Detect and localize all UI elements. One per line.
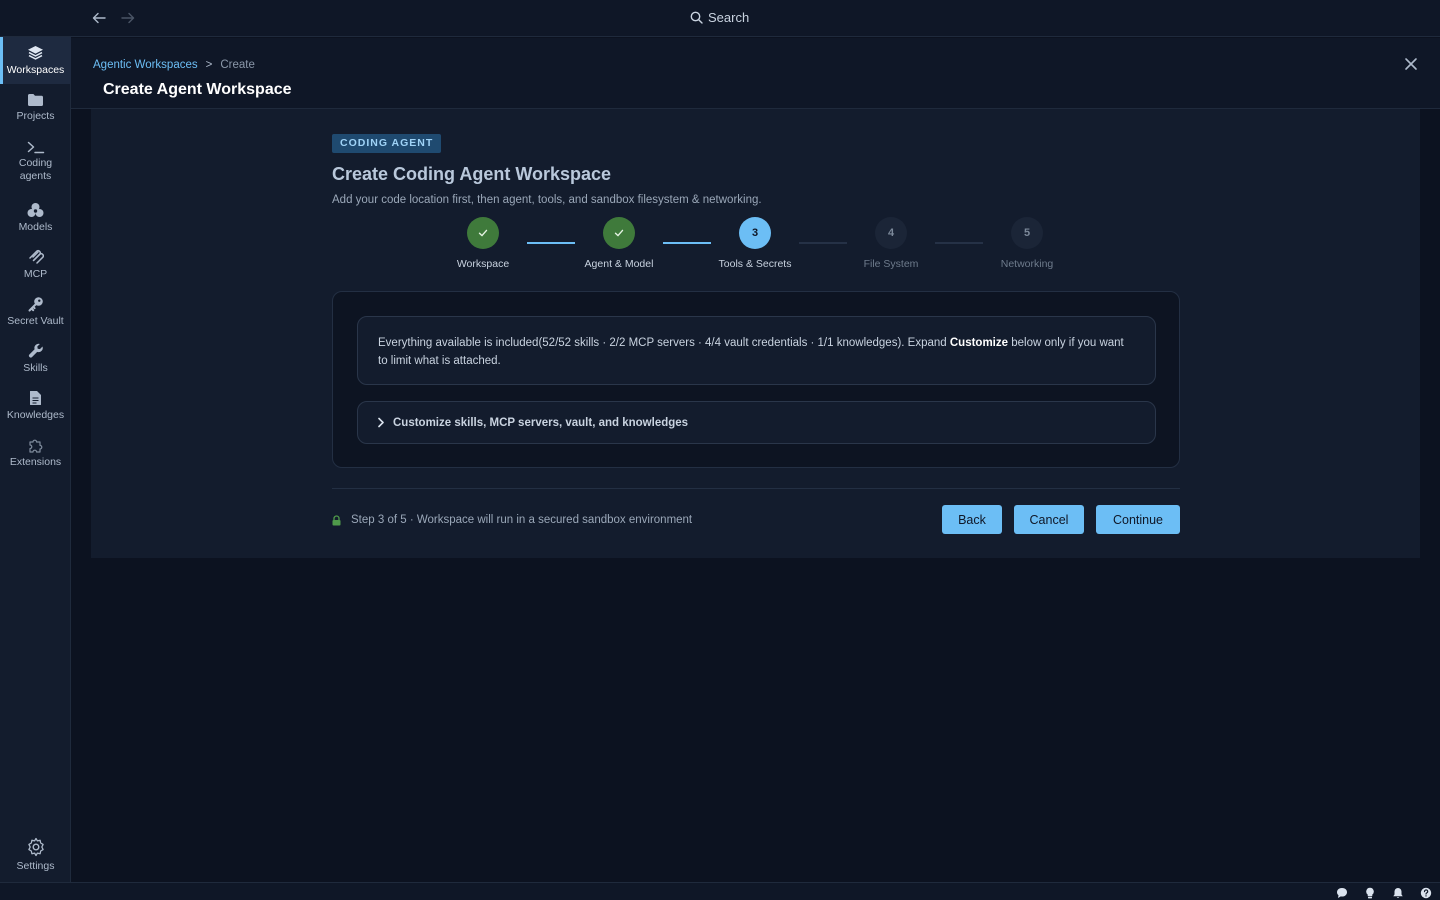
sidebar-item-label: Coding agents (18, 157, 53, 182)
sidebar-item-label: Extensions (9, 456, 62, 468)
breadcrumb: Agentic Workspaces > Create (93, 59, 255, 71)
sidebar-item-label: Projects (16, 110, 55, 122)
search-icon (690, 11, 703, 24)
sidebar-item-label: MCP (23, 268, 48, 280)
wrench-icon (28, 343, 43, 358)
top-bar: Search (0, 0, 1440, 37)
step-connector (527, 242, 575, 244)
sidebar-item-secret-vault[interactable]: Secret Vault (0, 296, 71, 328)
summary-text: Everything available is included(52/52 s… (378, 337, 950, 349)
customize-expander[interactable]: Customize skills, MCP servers, vault, an… (357, 401, 1156, 444)
step-tools-secrets[interactable]: 3 Tools & Secrets (705, 217, 805, 270)
sidebar-item-knowledges[interactable]: Knowledges (0, 390, 71, 422)
step-label: File System (863, 258, 919, 270)
layers-icon (28, 46, 43, 60)
create-workspace-panel: CODING AGENT Create Coding Agent Workspa… (91, 109, 1420, 558)
form-subtitle: Add your code location first, then agent… (332, 194, 762, 206)
included-summary: Everything available is included(52/52 s… (357, 316, 1156, 385)
checkmark-icon (467, 217, 499, 249)
back-button[interactable]: Back (942, 505, 1002, 534)
page-header: Agentic Workspaces > Create Create Agent… (71, 38, 1440, 109)
puzzle-icon (28, 439, 42, 453)
step-label: Networking (1000, 258, 1054, 270)
forward-arrow-icon[interactable] (119, 9, 137, 27)
sidebar-item-coding-agents[interactable]: Coding agents (0, 141, 71, 183)
tools-card: Everything available is included(52/52 s… (332, 291, 1180, 468)
agent-type-badge: CODING AGENT (332, 134, 442, 153)
sidebar-item-workspaces[interactable]: Workspaces (0, 37, 71, 84)
breadcrumb-current: Create (220, 59, 255, 71)
summary-emphasis: Customize (949, 337, 1009, 349)
back-arrow-icon[interactable] (90, 9, 108, 27)
mcp-icon (28, 249, 44, 264)
step-connector (663, 242, 711, 244)
sidebar-item-projects[interactable]: Projects (0, 93, 71, 123)
step-agent-model[interactable]: Agent & Model (569, 217, 669, 270)
sidebar-item-skills[interactable]: Skills (0, 343, 71, 375)
step-number: 3 (739, 217, 771, 249)
help-icon[interactable] (1420, 886, 1432, 899)
form-title: Create Coding Agent Workspace (332, 164, 612, 184)
breadcrumb-separator: > (205, 59, 213, 71)
sidebar-item-label: Workspaces (6, 64, 65, 76)
step-footnote: Step 3 of 5 · Workspace will run in a se… (332, 514, 692, 526)
cancel-button[interactable]: Cancel (1014, 505, 1084, 534)
status-bar (0, 882, 1440, 900)
step-label: Workspace (456, 258, 510, 270)
sidebar-item-models[interactable]: Models (0, 202, 71, 234)
step-number: 4 (875, 217, 907, 249)
document-icon (30, 391, 41, 405)
bell-icon[interactable] (1392, 886, 1404, 898)
folder-icon (28, 94, 43, 106)
chat-icon[interactable] (1336, 886, 1348, 898)
step-workspace[interactable]: Workspace (433, 217, 533, 270)
terminal-icon (27, 141, 44, 154)
step-connector (799, 242, 847, 244)
page-title: Create Agent Workspace (103, 81, 292, 98)
lock-icon (332, 514, 341, 525)
divider (332, 488, 1180, 489)
step-connector (935, 242, 983, 244)
sidebar: Workspaces Projects Coding agents Models… (0, 37, 71, 882)
sidebar-item-extensions[interactable]: Extensions (0, 437, 71, 469)
close-icon[interactable] (1404, 57, 1418, 71)
step-label: Agent & Model (584, 258, 654, 270)
footnote-text: Step 3 of 5 · Workspace will run in a se… (351, 514, 693, 526)
stepper: Workspace Agent & Model 3 Tools & Secret… (431, 217, 1091, 273)
models-icon (27, 203, 44, 217)
key-icon (28, 297, 43, 312)
step-number: 5 (1011, 217, 1043, 249)
search-label: Search (708, 10, 750, 25)
sidebar-item-label: Settings (16, 860, 55, 872)
sidebar-item-mcp[interactable]: MCP (0, 249, 71, 281)
sidebar-item-settings[interactable]: Settings (0, 837, 71, 873)
sidebar-item-label: Skills (23, 362, 48, 374)
search-bar[interactable]: Search (690, 10, 749, 25)
continue-button[interactable]: Continue (1096, 505, 1180, 534)
lightbulb-icon[interactable] (1364, 886, 1376, 899)
breadcrumb-link-agentic-workspaces[interactable]: Agentic Workspaces (93, 59, 198, 71)
step-file-system[interactable]: 4 File System (841, 217, 941, 270)
step-networking[interactable]: 5 Networking (977, 217, 1077, 270)
sidebar-item-label: Knowledges (6, 409, 65, 421)
step-label: Tools & Secrets (718, 258, 792, 270)
sidebar-item-label: Secret Vault (7, 315, 64, 327)
checkmark-icon (603, 217, 635, 249)
sidebar-item-label: Models (18, 221, 53, 233)
chevron-right-icon (378, 417, 384, 428)
gear-icon (27, 837, 44, 857)
expander-label: Customize skills, MCP servers, vault, an… (393, 416, 689, 429)
